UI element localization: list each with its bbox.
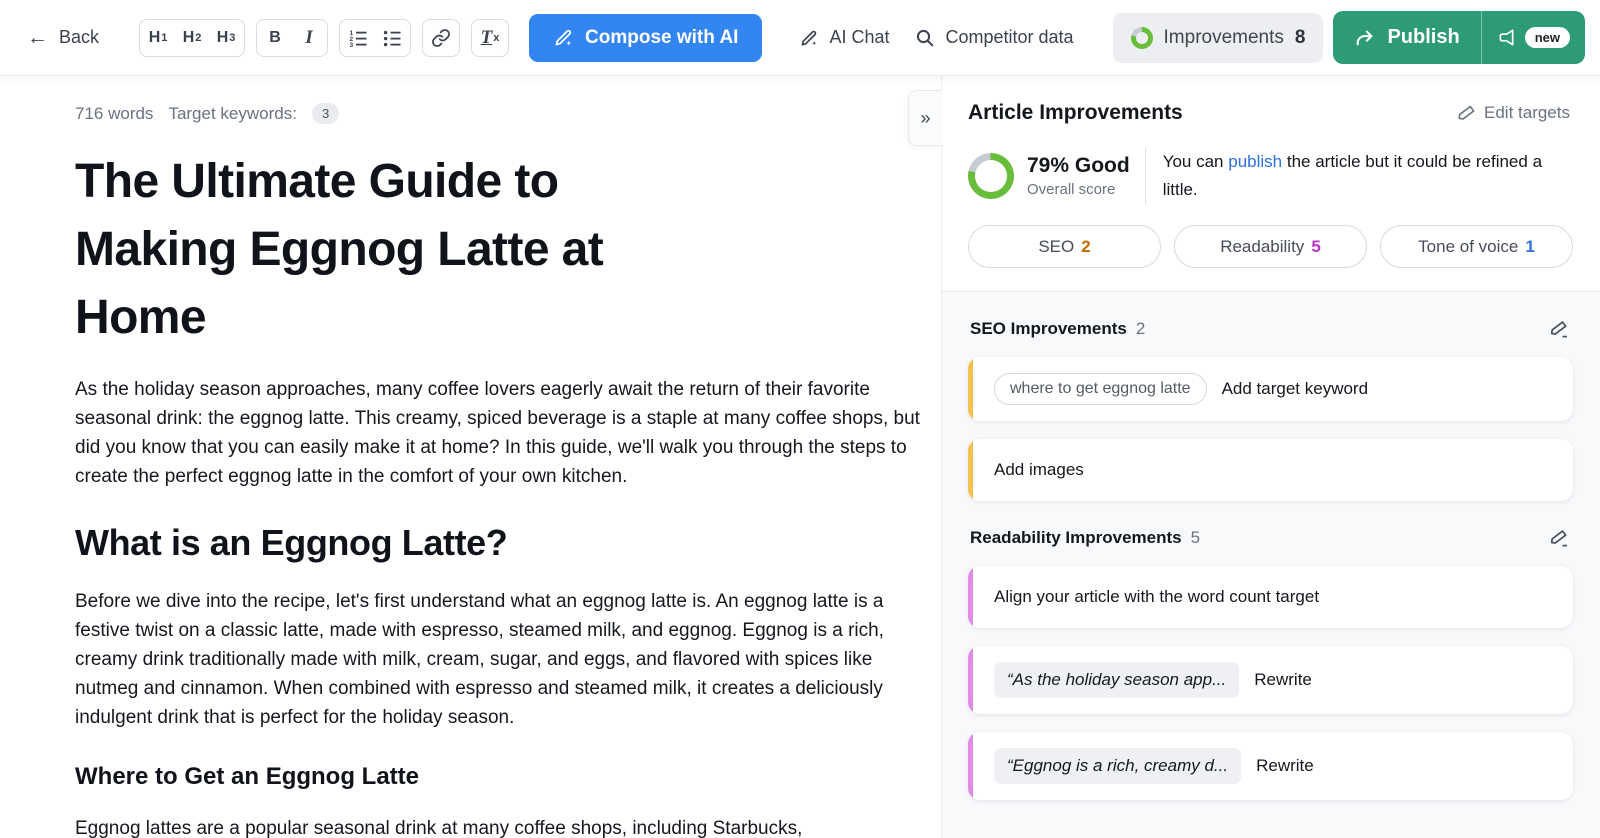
seo-pill[interactable]: SEO 2: [968, 225, 1161, 268]
overall-score-row: 79% Good Overall score You can publish t…: [942, 125, 1600, 204]
target-keywords-label: Target keywords:: [168, 103, 297, 123]
panel-header: Article Improvements Edit targets: [942, 75, 1600, 125]
divider: [1144, 148, 1146, 204]
ordered-list-button[interactable]: 1 2 3: [342, 22, 374, 54]
style-button-group: B I: [256, 18, 329, 57]
h2-button[interactable]: H2: [176, 22, 208, 54]
publish-link[interactable]: publish: [1228, 152, 1282, 171]
improvements-count: 8: [1294, 26, 1306, 48]
readability-card-word-count[interactable]: Align your article with the word count t…: [968, 566, 1573, 628]
bold-button[interactable]: B: [259, 22, 291, 54]
ai-pen-icon: [555, 29, 572, 46]
readability-section-edit-button[interactable]: [1550, 528, 1570, 548]
new-badge: new: [1524, 27, 1570, 48]
category-pills-row: SEO 2 Readability 5 Tone of voice 1: [942, 204, 1600, 291]
improvements-badge-button[interactable]: Improvements 8: [1112, 12, 1324, 63]
back-label: Back: [59, 27, 100, 47]
readability-card-rewrite-2[interactable]: “Eggnog is a rich, creamy d... Rewrite: [968, 732, 1573, 800]
article-paragraph: Eggnog lattes are a popular seasonal dri…: [75, 818, 803, 838]
quote-chip: “Eggnog is a rich, creamy d...: [994, 748, 1242, 784]
insert-link-button[interactable]: [425, 22, 457, 54]
svg-text:3: 3: [350, 42, 354, 48]
quote-chip: “As the holiday season app...: [994, 662, 1240, 698]
back-button[interactable]: ← Back: [27, 27, 99, 48]
back-arrow-icon: ←: [27, 26, 48, 49]
target-keywords-count-badge[interactable]: 3: [311, 103, 340, 124]
article-heading-2: What is an Eggnog Latte?: [75, 522, 508, 564]
seo-section-title: SEO Improvements: [970, 319, 1127, 338]
edit-pencil-icon: [1458, 105, 1475, 120]
word-count: 716 words: [75, 103, 154, 123]
link-button-group: [422, 18, 461, 57]
publish-button[interactable]: Publish: [1333, 11, 1480, 64]
readability-count: 5: [1311, 236, 1321, 256]
seo-card-add-target-keyword[interactable]: where to get eggnog latte Add target key…: [968, 357, 1573, 421]
article-heading-3: Where to Get an Eggnog Latte: [75, 763, 420, 791]
keyword-chip: where to get eggnog latte: [994, 373, 1207, 405]
top-toolbar: ← Back H1 H2 H3 B I 1 2 3 T x Compose wi…: [0, 0, 1600, 75]
announcements-button[interactable]: new: [1480, 11, 1585, 64]
ordered-list-icon: 1 2 3: [350, 30, 367, 48]
publish-button-group: Publish new: [1333, 11, 1585, 64]
megaphone-icon: [1499, 29, 1514, 46]
article-title: The Ultimate Guide to Making Eggnog Latt…: [75, 155, 604, 345]
chevron-right-double-icon: »: [920, 107, 931, 128]
seo-section-count: 2: [1135, 319, 1146, 338]
ai-chat-pen-icon: [801, 30, 817, 46]
score-ring: [968, 153, 1014, 199]
seo-accent-bar: [968, 439, 973, 501]
tone-of-voice-pill[interactable]: Tone of voice 1: [1380, 225, 1573, 268]
rewrite-action[interactable]: Rewrite: [1254, 670, 1312, 690]
edit-pencil-icon: [1550, 530, 1567, 547]
edit-pencil-icon: [1550, 321, 1567, 338]
readability-accent-bar: [968, 732, 973, 800]
search-icon: [917, 29, 934, 46]
h3-button[interactable]: H3: [210, 22, 242, 54]
rewrite-action[interactable]: Rewrite: [1256, 756, 1314, 776]
readability-card-rewrite-1[interactable]: “As the holiday season app... Rewrite: [968, 646, 1573, 714]
link-icon: [432, 28, 450, 47]
readability-section-title: Readability Improvements: [970, 528, 1182, 547]
score-value: 79% Good: [1027, 154, 1130, 177]
panel-title: Article Improvements: [968, 101, 1183, 124]
italic-button[interactable]: I: [293, 22, 325, 54]
article-paragraph: As the holiday season approaches, many c…: [75, 379, 920, 488]
heading-button-group: H1 H2 H3: [139, 18, 246, 57]
readability-pill[interactable]: Readability 5: [1174, 225, 1367, 268]
bullet-list-button[interactable]: [376, 22, 408, 54]
improvements-panel: » Article Improvements Edit targets 79% …: [908, 75, 1600, 838]
clear-formatting-button[interactable]: Tx: [474, 22, 506, 54]
score-donut-icon: [1130, 26, 1153, 49]
publish-arrow-icon: [1357, 30, 1373, 45]
formatting-toolbar: H1 H2 H3 B I 1 2 3 T x: [139, 18, 510, 57]
readability-accent-bar: [968, 646, 973, 714]
seo-section-edit-button[interactable]: [1550, 319, 1570, 339]
readability-section-header: Readability Improvements 5: [968, 501, 1573, 548]
readability-section-count: 5: [1190, 528, 1201, 547]
h1-button[interactable]: H1: [142, 22, 174, 54]
readability-accent-bar: [968, 566, 973, 628]
seo-card-add-images[interactable]: Add images: [968, 439, 1573, 501]
improvements-list: SEO Improvements 2 where to get eggnog l…: [942, 291, 1600, 838]
seo-section-header: SEO Improvements 2: [968, 292, 1573, 339]
edit-targets-button[interactable]: Edit targets: [1456, 103, 1570, 123]
compose-with-ai-button[interactable]: Compose with AI: [529, 13, 763, 62]
collapse-panel-button[interactable]: »: [908, 90, 942, 146]
document-meta-row: 716 words Target keywords: 3: [75, 103, 921, 124]
score-label: Overall score: [1027, 181, 1116, 198]
seo-count: 2: [1081, 236, 1091, 256]
seo-accent-bar: [968, 357, 973, 421]
clear-format-button-group: Tx: [471, 18, 510, 57]
ai-chat-button[interactable]: AI Chat: [799, 27, 889, 48]
list-button-group: 1 2 3: [339, 18, 412, 57]
bullet-list-icon: [383, 30, 401, 46]
article-paragraph: Before we dive into the recipe, let's fi…: [75, 591, 884, 729]
competitor-data-button[interactable]: Competitor data: [915, 27, 1074, 48]
tone-count: 1: [1525, 236, 1535, 256]
score-message: You can publish the article but it could…: [1162, 152, 1543, 199]
article-editor[interactable]: 716 words Target keywords: 3 The Ultimat…: [0, 75, 941, 838]
